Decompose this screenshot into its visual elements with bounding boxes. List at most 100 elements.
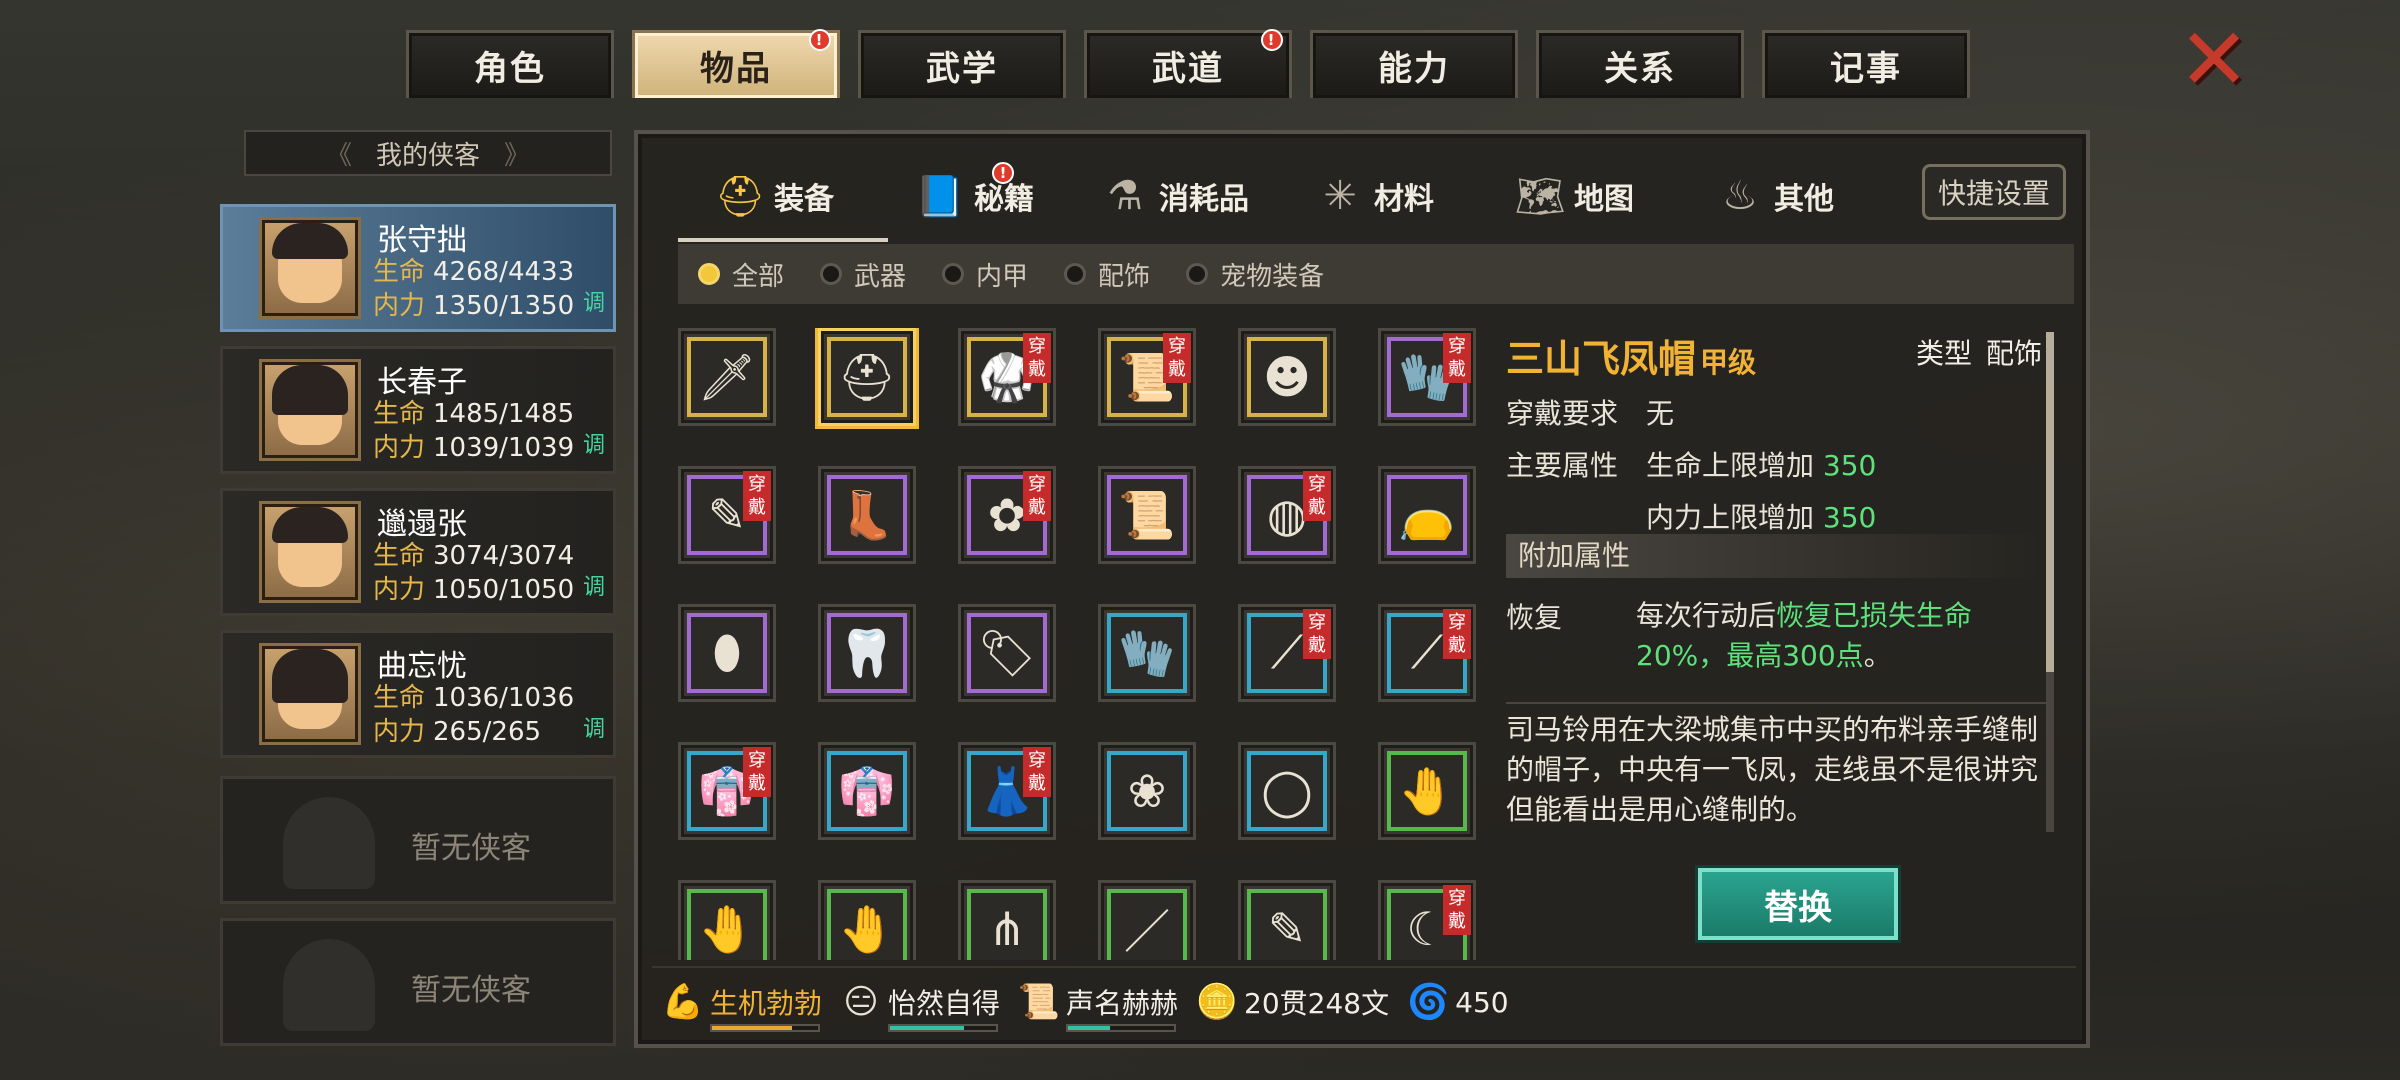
recover-label: 恢复	[1506, 601, 1563, 634]
item-slot[interactable]: ☻	[1238, 328, 1336, 426]
requirement-row: 穿戴要求无	[1506, 392, 1674, 432]
tab-relations[interactable]: 关系	[1536, 30, 1744, 98]
item-slot[interactable]: 🧤 穿戴	[1378, 328, 1476, 426]
tab-martial-way[interactable]: 武道!	[1084, 29, 1292, 98]
hero-card-3[interactable]: 邋遢张 生命 3074/3074 内力 1050/1050 调	[220, 488, 616, 616]
lamp-icon: ♨	[1722, 173, 1758, 219]
scythe-icon: ☾	[1406, 902, 1448, 956]
item-slot[interactable]: ◯	[1238, 742, 1336, 840]
equipped-badge: 穿戴	[743, 747, 771, 797]
item-slot[interactable]: 🤚	[678, 880, 776, 960]
filter-pet-gear[interactable]: 宠物装备	[1186, 256, 1324, 293]
avatar	[259, 359, 361, 461]
tab-journal[interactable]: 记事	[1762, 30, 1970, 98]
category-tabs: ⛑ 装备 📘 秘籍! ⚗ 消耗品 ✳ 材料 🗺 地图 ♨ 其他	[674, 156, 1874, 236]
top-tab-bar: 角色 物品! 武学 武道! 能力 关系 记事	[406, 29, 1970, 98]
adjust-button[interactable]: 调	[583, 285, 605, 317]
adjust-button[interactable]: 调	[583, 427, 605, 459]
filter-accessory[interactable]: 配饰	[1064, 256, 1150, 293]
item-frame: ／	[1107, 889, 1187, 960]
item-frame: ❀	[1107, 751, 1187, 831]
equipped-badge-char: 穿	[1308, 474, 1326, 495]
jade-ring-icon: ◯	[1261, 764, 1313, 818]
filter-label: 武器	[854, 261, 907, 292]
item-slot[interactable]: 🧤	[1098, 604, 1196, 702]
item-slot[interactable]: 📜	[1098, 466, 1196, 564]
mp-label: 内力	[373, 717, 426, 747]
filter-weapon[interactable]: 武器	[820, 256, 906, 293]
attr-value: 350	[1822, 449, 1877, 482]
close-button[interactable]: ✕	[2176, 10, 2252, 110]
tab-character[interactable]: 角色	[406, 30, 614, 98]
adjust-button[interactable]: 调	[583, 711, 605, 743]
category-other[interactable]: ♨ 其他	[1674, 156, 1874, 236]
replace-button[interactable]: 替换	[1698, 868, 1898, 940]
category-equipment[interactable]: ⛑ 装备	[674, 156, 874, 236]
item-slot[interactable]: ✎ 穿戴	[678, 466, 776, 564]
item-slot[interactable]: 🦷	[818, 604, 916, 702]
item-slot[interactable]: ✿ 穿戴	[958, 466, 1056, 564]
filter-inner-armor[interactable]: 内甲	[942, 256, 1028, 293]
equipped-badge-char: 穿	[1448, 612, 1466, 633]
item-slot[interactable]: ⬮	[678, 604, 776, 702]
item-slot[interactable]: 📜 穿戴	[1098, 328, 1196, 426]
equipped-badge: 穿戴	[1303, 609, 1331, 659]
item-slot[interactable]: 🥋 穿戴	[958, 328, 1056, 426]
category-materials[interactable]: ✳ 材料	[1274, 156, 1474, 236]
item-slot[interactable]: 👘 穿戴	[678, 742, 776, 840]
equipped-badge: 穿戴	[1443, 333, 1471, 383]
equipped-badge-char: 戴	[1028, 773, 1046, 794]
item-slot[interactable]: 🤚	[818, 880, 916, 960]
equipped-badge-char: 穿	[1028, 336, 1046, 357]
tab-label: 角色	[474, 49, 546, 89]
item-slot[interactable]: ／	[1098, 880, 1196, 960]
tab-items[interactable]: 物品!	[632, 29, 840, 98]
item-slot[interactable]: 👗 穿戴	[958, 742, 1056, 840]
equipped-badge: 穿戴	[1443, 609, 1471, 659]
tab-label: 关系	[1604, 49, 1676, 89]
item-grid: 🗡 ⛑ 🥋 穿戴 📜 穿戴 ☻ 🧤 穿戴 ✎ 穿戴 👢 ✿ 穿戴 📜 ◍ 穿戴 👝 ⬮ 🦷 🏷 🧤 ⟋ 穿戴 ⟋ 穿戴 👘 穿戴 👘 👗 穿…	[678, 328, 1508, 960]
item-slot[interactable]: ⟋ 穿戴	[1378, 604, 1476, 702]
radio-dot	[820, 263, 843, 285]
item-slot[interactable]: 🤚	[1378, 742, 1476, 840]
hero-card-1[interactable]: 张守拙 生命 4268/4433 内力 1350/1350 调	[220, 204, 616, 332]
tab-abilities[interactable]: 能力	[1310, 30, 1518, 98]
item-slot[interactable]: ⛑	[818, 328, 916, 426]
item-slot[interactable]: ❀	[1098, 742, 1196, 840]
tab-martial-arts[interactable]: 武学	[858, 30, 1066, 98]
empty-hero-slot[interactable]: 暂无侠客	[220, 776, 616, 904]
equipped-badge-char: 戴	[748, 773, 766, 794]
mp-label: 内力	[373, 575, 426, 605]
quick-settings-button[interactable]: 快捷设置	[1922, 164, 2066, 220]
equipped-badge-char: 戴	[1448, 911, 1466, 932]
item-slot[interactable]: 👢	[818, 466, 916, 564]
item-frame: ✎	[1247, 889, 1327, 960]
coin-icon: 🪙	[1195, 982, 1239, 1022]
item-slot[interactable]: 👝	[1378, 466, 1476, 564]
item-slot[interactable]: 👘	[818, 742, 916, 840]
hero-card-4[interactable]: 曲忘忧 生命 1036/1036 内力 265/265 调	[220, 630, 616, 758]
empty-hero-slot[interactable]: 暂无侠客	[220, 918, 616, 1046]
item-slot[interactable]: ◍ 穿戴	[1238, 466, 1336, 564]
equipped-badge-char: 戴	[1028, 497, 1046, 518]
equipped-badge-char: 戴	[1308, 497, 1326, 518]
category-manuals[interactable]: 📘 秘籍!	[874, 156, 1074, 236]
item-slot[interactable]: ⋔	[958, 880, 1056, 960]
filter-all[interactable]: 全部	[698, 256, 784, 293]
item-slot[interactable]: ☾ 穿戴	[1378, 880, 1476, 960]
item-slot[interactable]: ✎	[1238, 880, 1336, 960]
hero-card-2[interactable]: 长春子 生命 1485/1485 内力 1039/1039 调	[220, 346, 616, 474]
item-slot[interactable]: 🗡	[678, 328, 776, 426]
equipped-badge-char: 戴	[1168, 359, 1186, 380]
detail-scrollbar[interactable]	[2046, 332, 2054, 832]
status-bar-fill	[1068, 1026, 1111, 1030]
notification-badge: !	[992, 162, 1014, 184]
potion-icon: ⚗	[1107, 173, 1143, 219]
adjust-button[interactable]: 调	[583, 569, 605, 601]
category-maps[interactable]: 🗺 地图	[1474, 156, 1674, 236]
item-slot[interactable]: ⟋ 穿戴	[1238, 604, 1336, 702]
item-slot[interactable]: 🏷	[958, 604, 1056, 702]
scrollbar-thumb[interactable]	[2046, 332, 2054, 672]
radio-dot	[698, 263, 720, 285]
category-consumables[interactable]: ⚗ 消耗品	[1074, 156, 1274, 236]
